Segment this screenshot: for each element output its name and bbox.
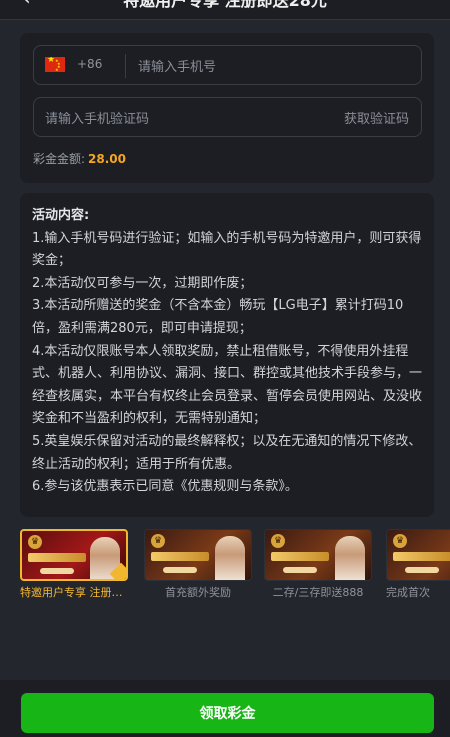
rule-item: 5.英皇娱乐保留对活动的最终解释权；以及在无通知的情况下修改、终止活动的权利；适…: [32, 433, 422, 472]
promo-caption: 特邀用户专享 注册即送28元: [20, 586, 128, 599]
rule-item: 4.本活动仅限账号本人领取奖励，禁止租借账号，不得使用外挂程式、机器人、利用协议…: [32, 343, 423, 427]
promo-pill-graphic: [283, 567, 317, 573]
crown-logo-icon: ♛: [151, 534, 165, 548]
verification-code-field[interactable]: 请输入手机验证码 获取验证码: [33, 97, 422, 137]
get-code-button[interactable]: 获取验证码: [344, 108, 409, 127]
promo-banner-image: ♛: [144, 529, 252, 581]
crown-logo-icon: ♛: [393, 534, 407, 548]
promo-banner-image: ♛: [20, 529, 128, 581]
bonus-amount-row: 彩金金额: 28.00: [33, 150, 126, 167]
header-bar: ‹ 特邀用户专享 注册即送28元: [0, 0, 450, 20]
promotion-carousel: ♛ 特邀用户专享 注册即送28元 ♛ 首充额外奖励 ♛ 二存/三存即送888 ♛: [20, 529, 450, 609]
rule-item: 1.输入手机号码进行验证；如输入的手机号码为特邀用户，则可获得奖金；: [32, 230, 422, 269]
promo-figure: [215, 536, 245, 580]
registration-form: ★ ★ ★ ★ ★ +86 请输入手机号 请输入手机验证码 获取验证码 彩金金额…: [20, 33, 434, 183]
activity-rules: 活动内容: 1.输入手机号码进行验证；如输入的手机号码为特邀用户，则可获得奖金；…: [20, 193, 434, 517]
rule-item: 6.参与该优惠表示已同意《优惠规则与条款》。: [32, 479, 298, 495]
promo-banner-second-deposit[interactable]: ♛ 二存/三存即送888: [264, 529, 374, 599]
dial-code[interactable]: +86: [77, 57, 102, 71]
promo-caption: 二存/三存即送888: [272, 586, 364, 599]
rule-item: 3.本活动所赠送的奖金（不含本金）畅玩【LG电子】累计打码10倍，盈利需满280…: [32, 298, 404, 336]
promo-figure: [335, 536, 365, 580]
crown-logo-icon: ♛: [28, 535, 42, 549]
promo-banner-image: ♛: [386, 529, 450, 581]
phone-field[interactable]: ★ ★ ★ ★ ★ +86 请输入手机号: [33, 45, 422, 85]
promo-banner-invite[interactable]: ♛ 特邀用户专享 注册即送28元: [20, 529, 130, 599]
promo-banner-image: ♛: [264, 529, 372, 581]
promo-headline-graphic: [271, 552, 329, 561]
field-divider: [125, 54, 126, 78]
phone-input[interactable]: 请输入手机号: [138, 56, 216, 75]
promo-caption: 首充额外奖励: [165, 586, 231, 599]
rules-heading: 活动内容:: [32, 208, 90, 223]
promo-banner-first-complete[interactable]: ♛ 完成首次: [386, 529, 450, 599]
promo-caption: 完成首次: [386, 586, 430, 599]
crown-logo-icon: ♛: [271, 534, 285, 548]
rule-item: 2.本活动仅可参与一次，过期即作废；: [32, 275, 253, 291]
claim-bonus-button[interactable]: 领取彩金: [21, 693, 434, 733]
page-title: 特邀用户专享 注册即送28元: [123, 0, 327, 10]
promo-headline-graphic: [28, 553, 86, 562]
promo-pill-graphic: [163, 567, 197, 573]
china-flag-icon[interactable]: ★ ★ ★ ★ ★: [45, 57, 65, 72]
bonus-amount: 28.00: [88, 152, 127, 166]
bonus-label: 彩金金额:: [33, 152, 86, 166]
promo-headline-graphic: [151, 552, 209, 561]
footer-bar: 领取彩金: [0, 680, 450, 737]
code-input[interactable]: 请输入手机验证码: [45, 108, 149, 127]
promo-pill-graphic: [405, 567, 439, 573]
promo-headline-graphic: [393, 552, 450, 561]
promo-pill-graphic: [40, 568, 74, 574]
promo-banner-first-deposit[interactable]: ♛ 首充额外奖励: [144, 529, 254, 599]
